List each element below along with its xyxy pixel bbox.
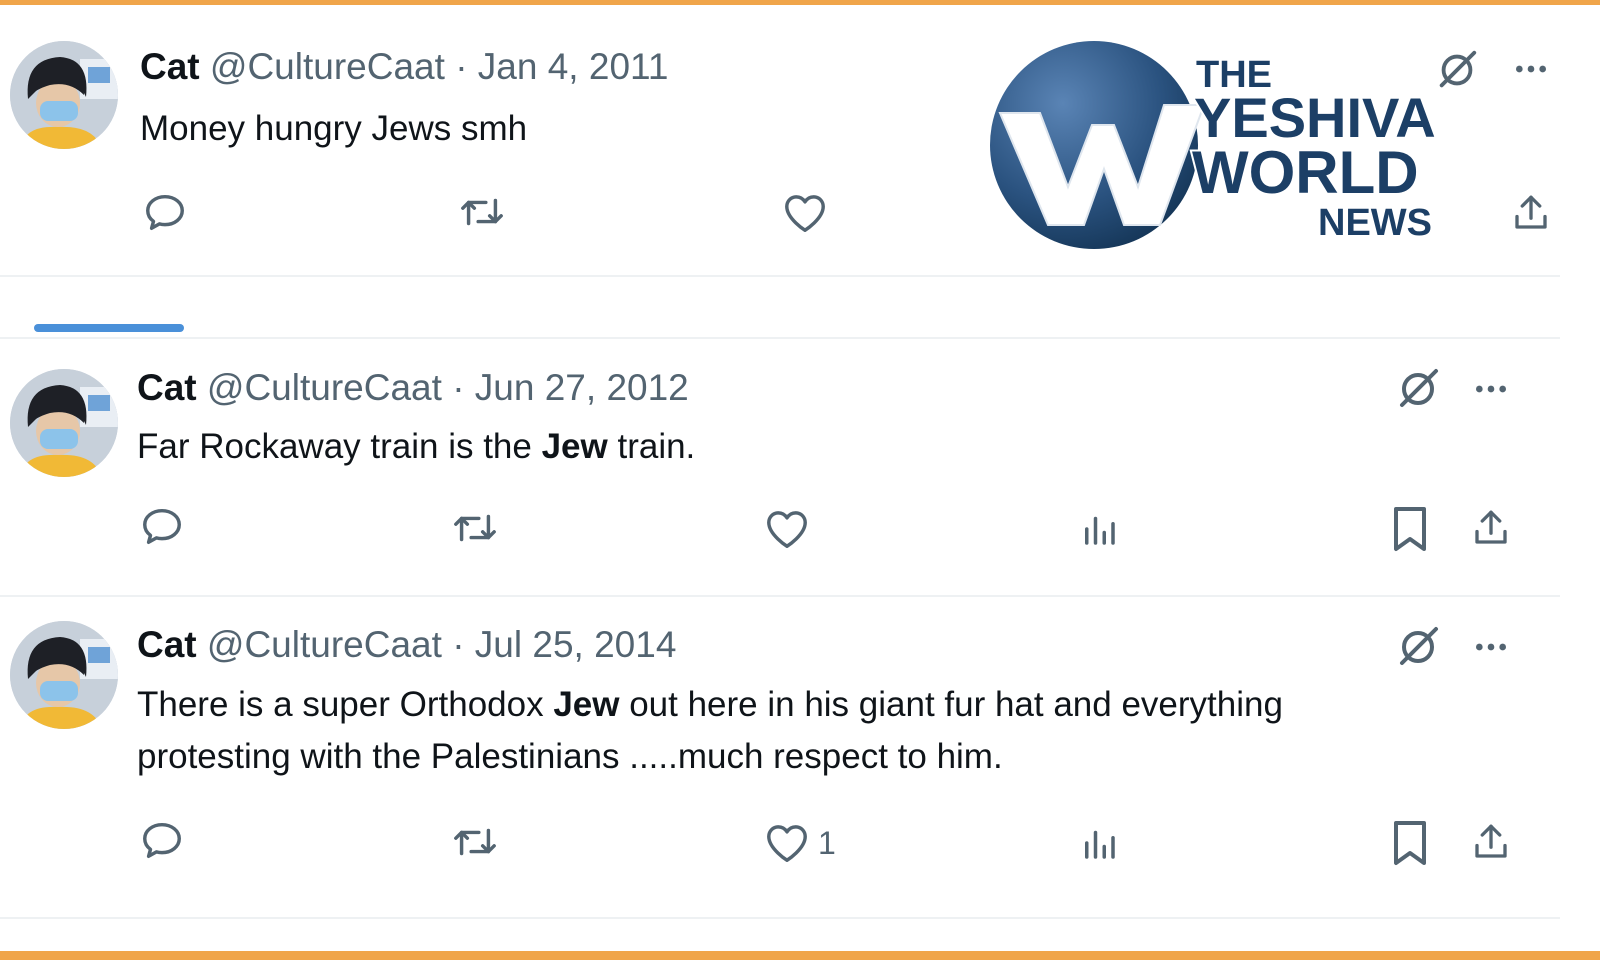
avatar[interactable]: [10, 41, 118, 149]
tweet-text: There is a super Orthodox Jew out here i…: [137, 679, 1283, 783]
separator: ·: [452, 624, 465, 665]
separator: ·: [452, 367, 465, 408]
tweet-text-part: out here in his giant fur hat and everyt…: [619, 685, 1283, 724]
tweet-text-part: train.: [607, 427, 696, 466]
tweet-text-highlight: Jew: [541, 427, 608, 466]
share-icon[interactable]: [1470, 819, 1512, 865]
reply-icon[interactable]: [139, 817, 185, 863]
reply-icon[interactable]: [142, 189, 188, 235]
tweet-text-line: There is a super Orthodox Jew out here i…: [137, 679, 1283, 731]
tab-strip: [0, 277, 1560, 339]
retweet-icon[interactable]: [450, 505, 500, 551]
bookmark-icon[interactable]: [1390, 819, 1430, 867]
like-icon[interactable]: [764, 507, 810, 551]
author-name[interactable]: Cat: [140, 46, 200, 87]
bookmark-icon[interactable]: [1390, 505, 1430, 553]
tweet-text-part: Far Rockaway train is the: [137, 427, 542, 466]
separator: ·: [455, 46, 468, 87]
author-name[interactable]: Cat: [137, 367, 197, 408]
tweet-date[interactable]: Jun 27, 2012: [475, 367, 689, 408]
frame-bottom-border: [0, 951, 1600, 960]
tweet-text-part: There is a super Orthodox: [137, 685, 554, 724]
tweet-header: Cat @CultureCaat · Jul 25, 2014: [137, 623, 676, 667]
tweet-card[interactable]: Cat @CultureCaat · Jul 25, 2014 There is…: [0, 597, 1560, 919]
author-handle[interactable]: @CultureCaat: [207, 624, 442, 665]
more-menu-icon[interactable]: [1470, 369, 1512, 409]
like-count[interactable]: 1: [818, 823, 836, 863]
grok-icon[interactable]: [1394, 365, 1442, 413]
tweet-text-part: Money hungry Jews smh: [140, 109, 528, 148]
yeshiva-world-news-logo: THE YESHIVA WORLD NEWS: [978, 29, 1468, 261]
like-icon[interactable]: [764, 821, 810, 865]
more-menu-icon[interactable]: [1510, 49, 1552, 89]
tweet-text-line: protesting with the Palestinians .....mu…: [137, 737, 1003, 776]
active-tab-indicator: [34, 324, 184, 332]
tweet-text: Far Rockaway train is the Jew train.: [137, 421, 695, 473]
like-icon[interactable]: [782, 191, 828, 235]
tweet-card[interactable]: Cat @CultureCaat · Jan 4, 2011 Money hun…: [0, 5, 1560, 277]
share-icon[interactable]: [1510, 191, 1552, 235]
share-icon[interactable]: [1470, 505, 1512, 551]
tweet-text-highlight: Jew: [553, 685, 620, 724]
retweet-icon[interactable]: [450, 819, 500, 865]
author-handle[interactable]: @CultureCaat: [207, 367, 442, 408]
retweet-icon[interactable]: [457, 189, 507, 235]
tweet-date[interactable]: Jan 4, 2011: [478, 46, 669, 87]
grok-icon[interactable]: [1394, 623, 1442, 671]
author-name[interactable]: Cat: [137, 624, 197, 665]
avatar[interactable]: [10, 621, 118, 729]
tweet-text: Money hungry Jews smh: [140, 103, 527, 155]
tweet-header: Cat @CultureCaat · Jan 4, 2011: [140, 45, 668, 89]
views-icon[interactable]: [1078, 507, 1120, 551]
logo-text-news: NEWS: [1318, 202, 1432, 244]
views-icon[interactable]: [1078, 821, 1120, 865]
logo-text-world: WORLD: [1192, 139, 1419, 206]
tweet-date[interactable]: Jul 25, 2014: [475, 624, 677, 665]
author-handle[interactable]: @CultureCaat: [210, 46, 445, 87]
more-menu-icon[interactable]: [1470, 627, 1512, 667]
avatar[interactable]: [10, 369, 118, 477]
reply-icon[interactable]: [139, 503, 185, 549]
tweet-header: Cat @CultureCaat · Jun 27, 2012: [137, 366, 689, 410]
tweet-card[interactable]: Cat @CultureCaat · Jun 27, 2012 Far Rock…: [0, 339, 1560, 597]
